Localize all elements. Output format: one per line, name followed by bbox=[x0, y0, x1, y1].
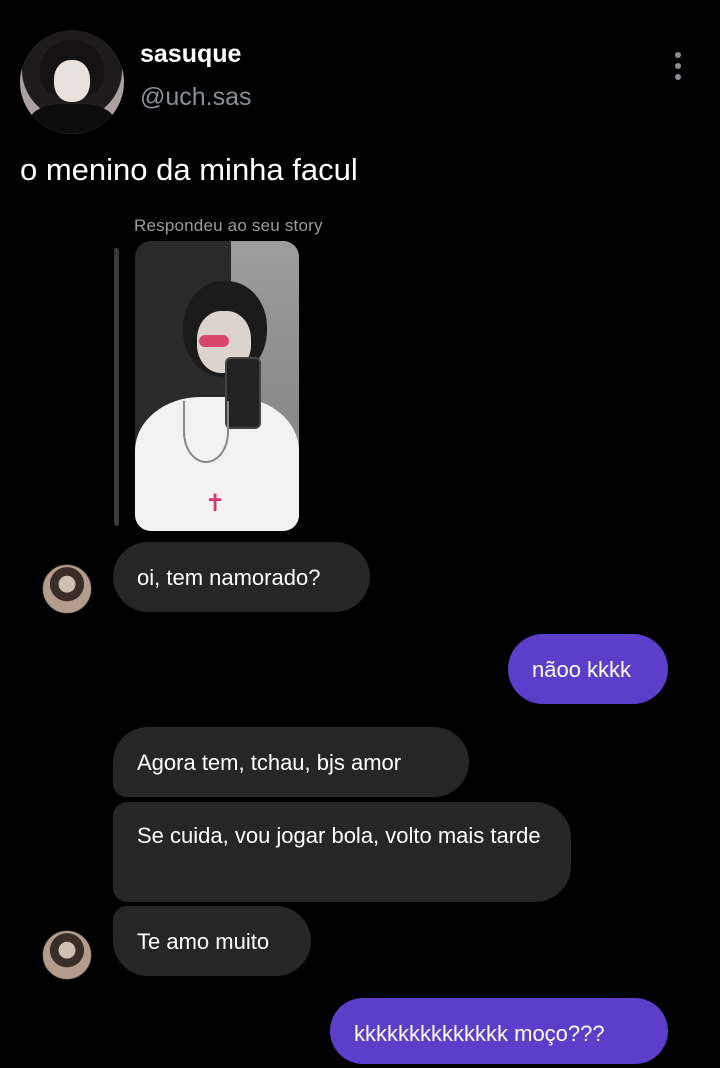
vertical-ellipsis-icon[interactable] bbox=[670, 52, 686, 80]
sender-avatar[interactable] bbox=[42, 564, 92, 614]
message-text: Se cuida, vou jogar bola, volto mais tar… bbox=[137, 823, 541, 848]
story-reply-label: Respondeu ao seu story bbox=[134, 216, 323, 235]
message-bubble-incoming[interactable]: Se cuida, vou jogar bola, volto mais tar… bbox=[113, 802, 571, 902]
message-bubble-incoming[interactable]: oi, tem namorado? bbox=[113, 542, 370, 612]
message-text: nãoo kkkk bbox=[532, 657, 632, 682]
user-handle[interactable]: @uch.sas bbox=[140, 83, 252, 112]
profile-avatar[interactable] bbox=[20, 30, 124, 134]
story-reply-bar bbox=[114, 248, 119, 526]
message-bubble-outgoing[interactable]: nãoo kkkk bbox=[508, 634, 668, 704]
message-bubble-incoming[interactable]: Agora tem, tchau, bjs amor bbox=[113, 727, 469, 797]
message-bubble-incoming[interactable]: Te amo muito bbox=[113, 906, 311, 976]
message-text: Te amo muito bbox=[137, 929, 270, 954]
message-text: oi, tem namorado? bbox=[137, 565, 321, 590]
message-text: kkkkkkkkkkkkkk moço??? bbox=[354, 1021, 605, 1046]
sender-avatar[interactable] bbox=[42, 930, 92, 980]
message-bubble-outgoing[interactable]: kkkkkkkkkkkkkk moço??? bbox=[330, 998, 668, 1064]
message-text: Agora tem, tchau, bjs amor bbox=[137, 750, 402, 775]
tweet-text: o menino da minha facul bbox=[20, 152, 358, 187]
display-name[interactable]: sasuque bbox=[140, 40, 241, 69]
story-thumbnail[interactable]: ✝ bbox=[135, 241, 299, 531]
